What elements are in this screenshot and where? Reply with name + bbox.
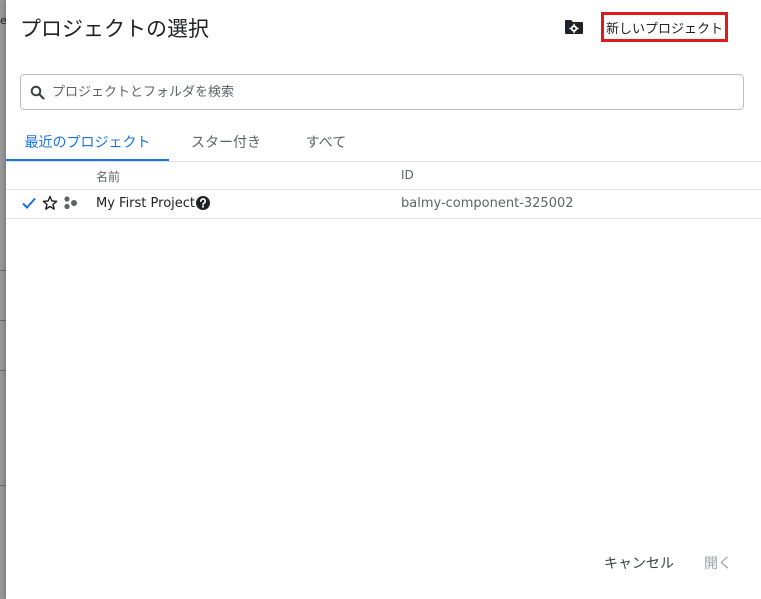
- star-icon[interactable]: [42, 195, 58, 215]
- manage-resources-button[interactable]: [562, 16, 586, 38]
- tab-bar: 最近のプロジェクト スター付き すべて: [6, 124, 761, 162]
- project-name[interactable]: My First Project: [96, 196, 195, 211]
- search-input[interactable]: [50, 83, 734, 101]
- project-picker-dialog: プロジェクトの選択 新しいプロジェクト 最近のプロジェクト スター付き すべて …: [6, 0, 761, 599]
- project-icon: [63, 195, 79, 215]
- tab-starred[interactable]: スター付き: [181, 124, 271, 160]
- tab-all[interactable]: すべて: [296, 124, 356, 160]
- help-icon[interactable]: [195, 195, 211, 215]
- open-button[interactable]: 開く: [704, 550, 732, 576]
- search-box[interactable]: [20, 74, 744, 110]
- table-header: 名前 ID: [6, 161, 761, 190]
- project-id: balmy-component-325002: [401, 196, 574, 211]
- tab-recent-projects[interactable]: 最近のプロジェクト: [6, 124, 169, 161]
- folder-gear-icon: [565, 20, 583, 34]
- new-project-button[interactable]: 新しいプロジェクト: [601, 12, 728, 42]
- search-icon: [30, 84, 46, 100]
- cancel-button[interactable]: キャンセル: [604, 550, 674, 576]
- check-icon: [21, 195, 37, 215]
- column-header-id: ID: [401, 168, 414, 182]
- column-header-name: 名前: [96, 170, 121, 184]
- table-row[interactable]: My First Project balmy-component-325002: [6, 190, 761, 219]
- dialog-title: プロジェクトの選択: [20, 17, 209, 41]
